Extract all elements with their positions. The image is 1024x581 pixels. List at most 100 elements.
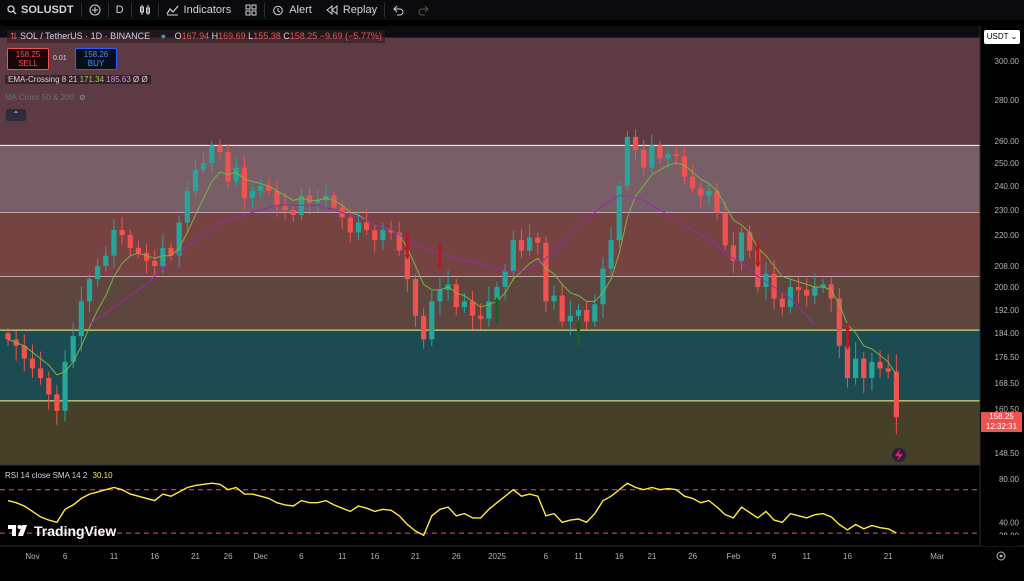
replay-button[interactable]: Replay	[319, 0, 384, 20]
lightning-icon[interactable]	[892, 448, 906, 462]
candle-body[interactable]	[853, 358, 859, 379]
candle-body[interactable]	[877, 361, 883, 369]
candle-body[interactable]	[209, 145, 215, 163]
candle-body[interactable]	[176, 222, 182, 256]
undo-button[interactable]	[385, 0, 411, 20]
candle-body[interactable]	[412, 279, 419, 316]
candle-body[interactable]	[38, 368, 44, 379]
layouts-button[interactable]	[238, 0, 264, 20]
candle-body[interactable]	[29, 358, 36, 369]
indicator-legend-ema[interactable]: EMA-Crossing 8 21 171.34 185.63 Ø Ø	[5, 75, 151, 84]
candle-body[interactable]	[584, 310, 590, 322]
candle-body[interactable]	[249, 190, 256, 198]
candle-body[interactable]	[274, 190, 280, 206]
candle-body[interactable]	[543, 242, 549, 302]
candle-body[interactable]	[111, 230, 117, 256]
rsi-legend[interactable]: RSI 14 close SMA 14 2 30.10	[5, 471, 113, 480]
candle-body[interactable]	[738, 232, 745, 261]
eye-off-icon[interactable]: ⊘	[79, 93, 86, 102]
collapse-legend-button[interactable]: ⌃	[6, 109, 26, 121]
candle-body[interactable]	[461, 301, 467, 308]
candle-body[interactable]	[722, 212, 728, 246]
candle-body[interactable]	[233, 167, 239, 182]
buy-button[interactable]: 158.26 BUY	[75, 48, 117, 70]
candle-body[interactable]	[706, 190, 712, 196]
candle-body[interactable]	[673, 154, 679, 157]
candle-body[interactable]	[779, 298, 785, 308]
candle-body[interactable]	[355, 222, 362, 233]
alert-button[interactable]: Alert	[265, 0, 319, 20]
candle-body[interactable]	[453, 284, 459, 308]
candle-body[interactable]	[364, 222, 370, 231]
candle-body[interactable]	[160, 247, 166, 266]
candle-body[interactable]	[282, 205, 288, 210]
candle-body[interactable]	[119, 230, 125, 235]
candle-body[interactable]	[290, 210, 296, 215]
candle-body[interactable]	[535, 237, 541, 243]
candle-body[interactable]	[429, 301, 435, 340]
candle-body[interactable]	[217, 145, 223, 152]
candle-body[interactable]	[575, 310, 582, 316]
candle-body[interactable]	[616, 186, 622, 241]
symbol-search[interactable]: SOLUSDT	[0, 0, 81, 20]
candle-body[interactable]	[632, 136, 639, 150]
indicator-legend-ma[interactable]: MA Cross 50 & 200 ⊘	[5, 93, 86, 102]
candle-body[interactable]	[649, 145, 655, 168]
candle-body[interactable]	[624, 136, 630, 186]
candle-body[interactable]	[469, 301, 476, 316]
candle-body[interactable]	[241, 167, 247, 198]
candle-body[interactable]	[844, 345, 851, 379]
candle-body[interactable]	[510, 240, 516, 272]
candle-body[interactable]	[184, 190, 190, 223]
candle-body[interactable]	[225, 152, 231, 182]
candle-body[interactable]	[518, 240, 525, 251]
candle-body[interactable]	[795, 287, 802, 290]
candle-body[interactable]	[608, 240, 614, 269]
candle-body[interactable]	[893, 371, 899, 418]
candle-body[interactable]	[869, 361, 875, 379]
redo-button[interactable]	[411, 0, 437, 20]
candle-body[interactable]	[421, 315, 427, 340]
candle-body[interactable]	[812, 287, 818, 296]
candle-body[interactable]	[804, 289, 810, 296]
candle-body[interactable]	[567, 315, 573, 322]
candle-body[interactable]	[86, 279, 93, 302]
candle-body[interactable]	[372, 230, 378, 241]
candle-body[interactable]	[665, 154, 671, 159]
chart-area[interactable]: 300.00 280.00 260.00 250.00 240.00 230.00 220.…	[0, 26, 1024, 576]
indicators-button[interactable]: Indicators	[159, 0, 239, 20]
candle-body[interactable]	[641, 149, 647, 168]
candle-body[interactable]	[885, 368, 891, 372]
candle-body[interactable]	[828, 284, 834, 299]
candle-body[interactable]	[95, 266, 101, 280]
compare-button[interactable]	[82, 0, 108, 20]
candle-body[interactable]	[78, 301, 84, 337]
interval-button[interactable]: D	[109, 0, 131, 20]
candle-body[interactable]	[437, 289, 443, 302]
candle-body[interactable]	[258, 186, 264, 191]
candle-body[interactable]	[478, 315, 484, 319]
candle-body[interactable]	[103, 255, 109, 266]
candle-body[interactable]	[46, 378, 52, 395]
candle-body[interactable]	[502, 271, 508, 287]
candle-body[interactable]	[306, 195, 313, 203]
candle-body[interactable]	[5, 333, 11, 340]
candle-body[interactable]	[54, 394, 60, 411]
candle-body[interactable]	[135, 247, 141, 254]
candle-body[interactable]	[143, 253, 150, 261]
candle-body[interactable]	[559, 295, 565, 322]
candle-body[interactable]	[600, 268, 606, 305]
candle-body[interactable]	[192, 169, 199, 191]
candle-body[interactable]	[551, 295, 557, 302]
candle-body[interactable]	[127, 235, 133, 248]
price-chart[interactable]: 300.00 280.00 260.00 250.00 240.00 230.00 220.…	[0, 26, 1024, 576]
chart-type-button[interactable]	[132, 0, 158, 20]
candle-body[interactable]	[380, 230, 386, 241]
candle-body[interactable]	[527, 237, 533, 251]
candle-body[interactable]	[201, 163, 207, 170]
candle-body[interactable]	[152, 260, 158, 266]
candle-body[interactable]	[347, 217, 353, 233]
candle-body[interactable]	[592, 304, 598, 322]
candle-body[interactable]	[690, 176, 696, 189]
candle-body[interactable]	[698, 188, 704, 196]
